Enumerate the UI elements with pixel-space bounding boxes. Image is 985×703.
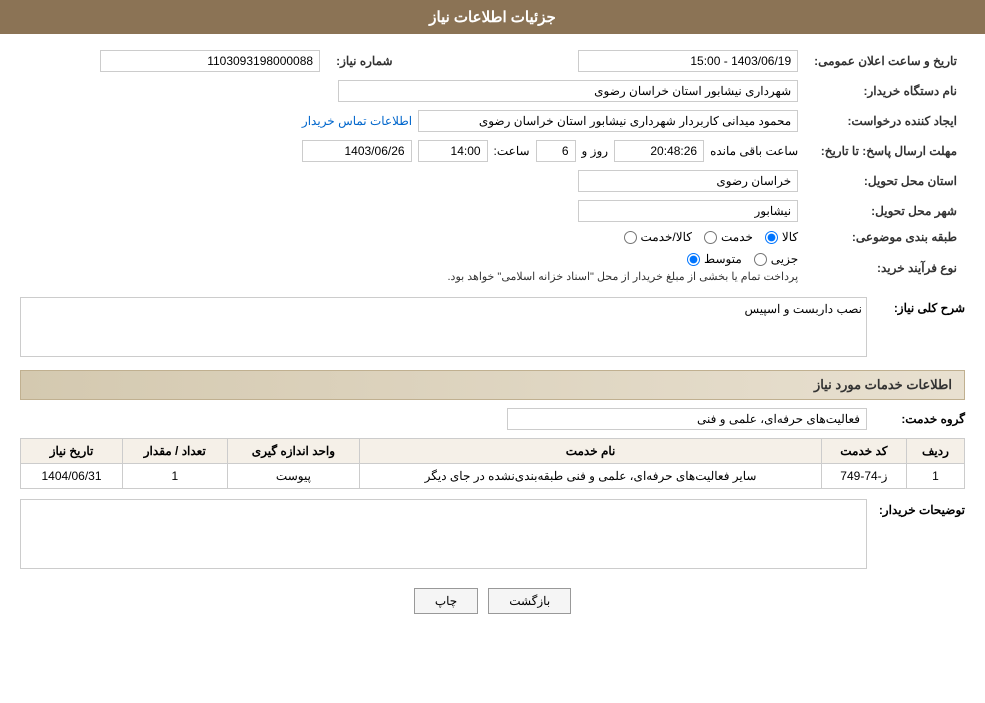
main-content: تاریخ و ساعت اعلان عمومی: شماره نیاز:: [0, 46, 985, 644]
city-value: [20, 196, 806, 226]
back-button[interactable]: بازگشت: [488, 588, 571, 614]
buyer-notes-textarea[interactable]: [20, 499, 867, 569]
table-row: 1 ز-74-749 سایر فعالیت‌های حرفه‌ای، علمی…: [21, 464, 965, 489]
page-wrapper: جزئیات اطلاعات نیاز تاریخ و ساعت اعلان ع…: [0, 0, 985, 703]
deadline-value: ساعت باقی مانده روز و ساعت:: [20, 136, 806, 166]
purchase-motavasset-item: متوسط: [687, 252, 742, 266]
deadline-date-input[interactable]: [302, 140, 412, 162]
purchase-jozi-item: جزیی: [754, 252, 798, 266]
table-row: ایجاد کننده درخواست: اطلاعات تماس خریدار: [20, 106, 965, 136]
announce-value: [498, 46, 806, 76]
table-row: طبقه بندی موضوعی: کالا خدمت کالا/خ: [20, 226, 965, 248]
cell-date: 1404/06/31: [21, 464, 123, 489]
cell-unit: پیوست: [227, 464, 360, 489]
buyer-notes-row: توضیحات خریدار:: [20, 499, 965, 572]
print-button[interactable]: چاپ: [414, 588, 478, 614]
category-kala-item: کالا: [765, 230, 798, 244]
group-value-input[interactable]: [507, 408, 867, 430]
announce-date-input[interactable]: [578, 50, 798, 72]
category-service-label: خدمت: [721, 230, 753, 244]
buyer-org-label: نام دستگاه خریدار:: [806, 76, 965, 106]
time-input[interactable]: [418, 140, 488, 162]
group-label: گروه خدمت:: [875, 412, 965, 426]
cell-quantity: 1: [123, 464, 228, 489]
table-header-row: ردیف کد خدمت نام خدمت واحد اندازه گیری ت…: [21, 439, 965, 464]
col-quantity: تعداد / مقدار: [123, 439, 228, 464]
category-service-item: خدمت: [704, 230, 753, 244]
category-service-radio[interactable]: [704, 231, 717, 244]
time-label: ساعت:: [494, 144, 530, 158]
deadline-label: مهلت ارسال پاسخ: تا تاریخ:: [806, 136, 965, 166]
description-textarea[interactable]: نصب داربست و اسپیس: [20, 297, 867, 357]
table-row: نام دستگاه خریدار:: [20, 76, 965, 106]
notes-box-wrapper: [20, 499, 867, 572]
services-table: ردیف کد خدمت نام خدمت واحد اندازه گیری ت…: [20, 438, 965, 489]
province-label: استان محل تحویل:: [806, 166, 965, 196]
category-both-radio[interactable]: [624, 231, 637, 244]
table-row: مهلت ارسال پاسخ: تا تاریخ: ساعت باقی مان…: [20, 136, 965, 166]
services-section-header: اطلاعات خدمات مورد نیاز: [20, 370, 965, 400]
need-number-value: [20, 46, 328, 76]
cell-service-name: سایر فعالیت‌های حرفه‌ای، علمی و فنی طبقه…: [360, 464, 822, 489]
purchase-jozi-radio[interactable]: [754, 253, 767, 266]
remaining-time-input[interactable]: [614, 140, 704, 162]
cell-row-num: 1: [906, 464, 964, 489]
buyer-notes-label: توضیحات خریدار:: [875, 503, 965, 517]
purchase-type-note: پرداخت تمام یا بخشی از مبلغ خریدار از مح…: [447, 270, 798, 283]
creator-label: ایجاد کننده درخواست:: [806, 106, 965, 136]
col-service-code: کد خدمت: [821, 439, 906, 464]
announce-label: تاریخ و ساعت اعلان عمومی:: [806, 46, 965, 76]
bottom-buttons: بازگشت چاپ: [20, 588, 965, 614]
contact-link[interactable]: اطلاعات تماس خریدار: [302, 114, 412, 128]
description-label: شرح کلی نیاز:: [875, 297, 965, 315]
days-input[interactable]: [536, 140, 576, 162]
page-header: جزئیات اطلاعات نیاز: [0, 0, 985, 34]
buyer-org-input[interactable]: [338, 80, 798, 102]
creator-input[interactable]: [418, 110, 798, 132]
city-label: شهر محل تحویل:: [806, 196, 965, 226]
category-both-item: کالا/خدمت: [624, 230, 692, 244]
creator-value: اطلاعات تماس خریدار: [20, 106, 806, 136]
category-kala-label: کالا: [782, 230, 798, 244]
cell-service-code: ز-74-749: [821, 464, 906, 489]
city-input[interactable]: [578, 200, 798, 222]
purchase-motavasset-radio[interactable]: [687, 253, 700, 266]
group-service-row: گروه خدمت:: [20, 408, 965, 430]
purchase-type-value: جزیی متوسط پرداخت تمام یا بخشی از مبلغ خ…: [20, 248, 806, 287]
col-date: تاریخ نیاز: [21, 439, 123, 464]
purchase-type-label: نوع فرآیند خرید:: [806, 248, 965, 287]
category-options: کالا خدمت کالا/خدمت: [20, 226, 806, 248]
need-number-label: شماره نیاز:: [328, 46, 458, 76]
page-title: جزئیات اطلاعات نیاز: [429, 9, 556, 26]
table-row: تاریخ و ساعت اعلان عمومی: شماره نیاز:: [20, 46, 965, 76]
table-row: استان محل تحویل:: [20, 166, 965, 196]
col-unit: واحد اندازه گیری: [227, 439, 360, 464]
days-label: روز و: [582, 144, 609, 158]
remaining-label: ساعت باقی مانده: [710, 144, 798, 158]
col-service-name: نام خدمت: [360, 439, 822, 464]
category-label: طبقه بندی موضوعی:: [806, 226, 965, 248]
purchase-jozi-label: جزیی: [771, 252, 798, 266]
province-value: [20, 166, 806, 196]
province-input[interactable]: [578, 170, 798, 192]
need-number-input[interactable]: [100, 50, 320, 72]
col-row-num: ردیف: [906, 439, 964, 464]
table-row: شهر محل تحویل:: [20, 196, 965, 226]
buyer-org-value: [20, 76, 806, 106]
category-kala-radio[interactable]: [765, 231, 778, 244]
category-both-label: کالا/خدمت: [641, 230, 692, 244]
description-box-wrapper: نصب داربست و اسپیس: [20, 297, 867, 360]
info-table: تاریخ و ساعت اعلان عمومی: شماره نیاز:: [20, 46, 965, 287]
purchase-motavasset-label: متوسط: [704, 252, 742, 266]
table-row: نوع فرآیند خرید: جزیی متوسط: [20, 248, 965, 287]
